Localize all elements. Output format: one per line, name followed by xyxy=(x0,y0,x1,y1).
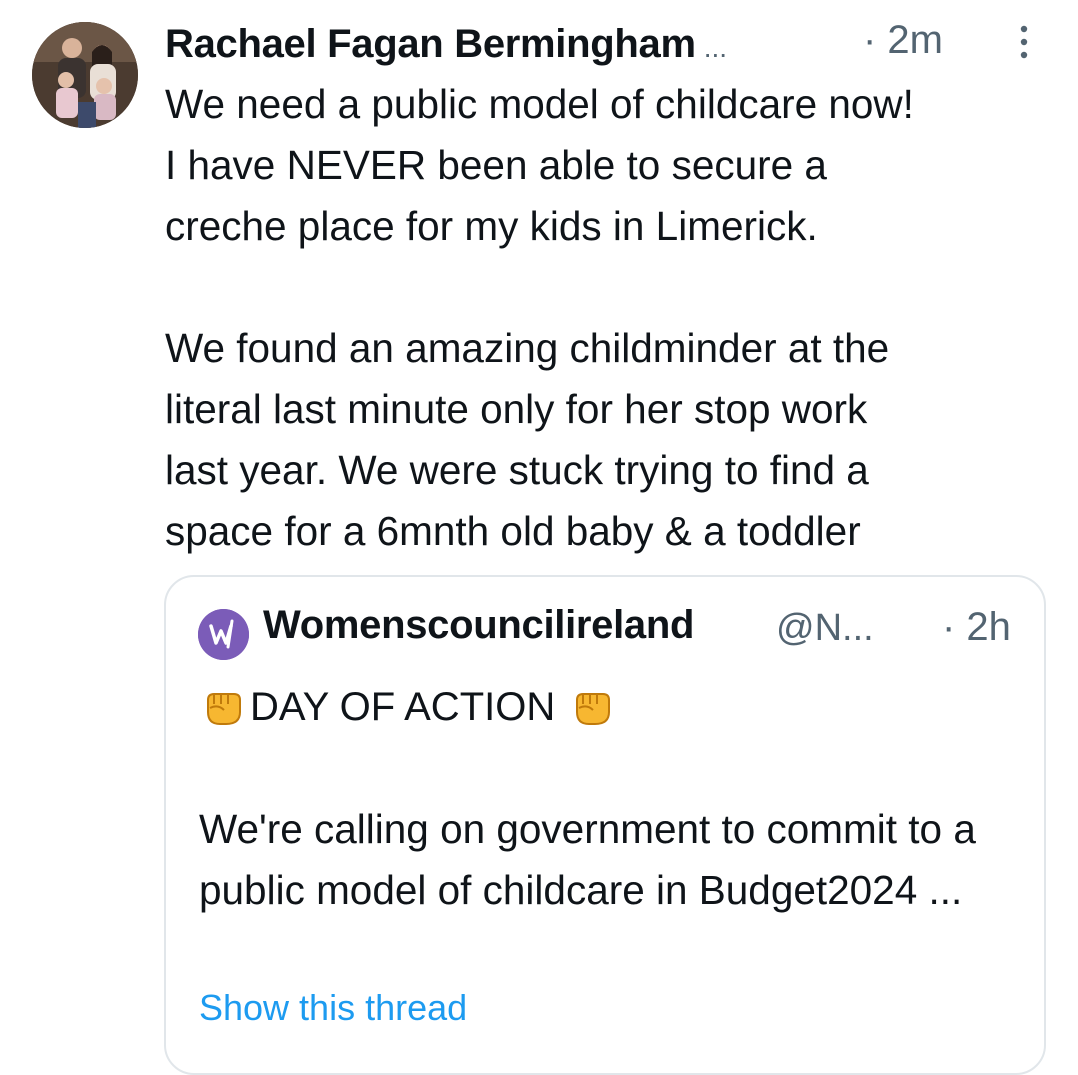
quote-author-handle[interactable]: @N... xyxy=(776,607,874,650)
tweet-text: We need a public model of childcare now!… xyxy=(165,81,914,554)
quote-author-avatar[interactable] xyxy=(198,609,249,660)
quote-time[interactable]: · 2h xyxy=(942,605,1011,650)
tweet-time[interactable]: · 2m xyxy=(863,18,943,63)
raised-fist-icon xyxy=(569,684,615,730)
day-of-action-text: DAY OF ACTION xyxy=(250,684,556,729)
show-thread-link[interactable]: Show this thread xyxy=(199,987,467,1029)
quoted-tweet-card[interactable]: Womenscouncilireland @N... · 2h DAY OF A… xyxy=(164,575,1046,1075)
author-avatar[interactable] xyxy=(32,22,138,128)
raised-fist-icon xyxy=(200,684,246,730)
quote-body-text: We're calling on government to commit to… xyxy=(199,806,976,913)
more-vertical-icon[interactable] xyxy=(1014,24,1034,60)
name-truncation: ... xyxy=(703,32,728,63)
womens-council-logo xyxy=(198,609,249,660)
tweet-header: Rachael Fagan Bermingham ... · 2m xyxy=(165,14,1055,74)
family-photo-avatar xyxy=(32,22,138,128)
author-name[interactable]: Rachael Fagan Bermingham xyxy=(165,22,696,67)
quote-author-name[interactable]: Womenscouncilireland xyxy=(263,603,694,648)
quote-headline: DAY OF ACTION xyxy=(200,677,615,737)
